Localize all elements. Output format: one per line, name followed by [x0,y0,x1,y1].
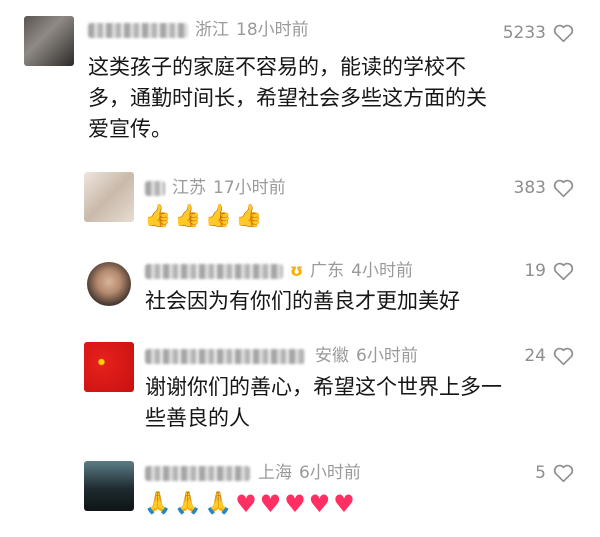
comment-meta: 浙江 18小时前 [195,19,316,41]
avatar[interactable] [84,342,134,392]
fan-badge-icon: ʊ [290,261,304,281]
username[interactable] [145,181,165,196]
emoji-row: 🙏 🙏 🙏 ♥ ♥ ♥ ♥ ♥ [144,492,355,516]
comment-text: 谢谢你们的善心，希望这个世界上多一 些善良的人 [145,375,502,430]
reply-item: 江苏 17小时前 383 👍 👍 👍 👍 [0,160,600,250]
thumbs-up-icon: 👍 [235,204,263,229]
folded-hands-icon: 🙏 [204,491,233,516]
comment-text: 这类孩子的家庭不容易的，能读的学校不 多，通勤时间长，希望社会多些这方面的关 爱… [88,55,487,141]
emoji-row: 👍 👍 👍 👍 [144,206,263,228]
heart-outline-icon [553,262,574,281]
location-label: 浙江 [195,20,229,40]
username[interactable] [145,466,250,481]
location-label: 上海 [258,463,292,483]
comment-text: 社会因为有你们的善良才更加美好 [145,289,460,313]
timestamp: 17小时前 [213,178,286,198]
thumbs-up-icon: 👍 [144,204,172,229]
like-button[interactable]: 383 [514,177,574,199]
username[interactable] [145,349,305,364]
avatar[interactable] [84,461,134,511]
heart-outline-icon [553,347,574,366]
timestamp: 6小时前 [299,463,361,483]
timestamp: 6小时前 [356,346,418,366]
reply-item: 上海 6小时前 5 🙏 🙏 🙏 ♥ ♥ ♥ ♥ ♥ [0,446,600,537]
like-button[interactable]: 5233 [503,22,574,44]
thumbs-up-icon: 👍 [174,204,202,229]
like-button[interactable]: 24 [524,345,574,367]
heart-icon: ♥ [259,490,282,518]
username[interactable] [145,264,283,279]
heart-outline-icon [553,179,574,198]
like-count: 383 [513,178,546,198]
heart-icon: ♥ [284,490,306,518]
like-count: 5 [535,463,546,483]
comment-meta: 上海 6小时前 [258,462,368,484]
like-count: 24 [524,346,546,366]
like-count: 19 [524,261,546,281]
timestamp: 18小时前 [236,20,309,40]
comment-meta: 安徽 6小时前 [315,345,425,367]
location-label: 安徽 [315,346,349,366]
heart-icon: ♥ [308,490,331,518]
heart-icon: ♥ [333,490,355,518]
location-label: 江苏 [172,178,206,198]
avatar[interactable] [84,172,134,222]
like-button[interactable]: 5 [535,462,574,484]
timestamp: 4小时前 [351,261,413,281]
folded-hands-icon: 🙏 [174,491,202,516]
heart-outline-icon [553,464,574,483]
comment-item: 浙江 18小时前 5233 这类孩子的家庭不容易的，能读的学校不 多，通勤时间长，… [0,0,600,160]
avatar[interactable] [87,262,131,306]
reply-item: 安徽 6小时前 24 谢谢你们的善心，希望这个世界上多一 些善良的人 [0,336,600,446]
heart-icon: ♥ [235,490,257,518]
username[interactable] [88,23,188,38]
like-count: 5233 [502,23,546,43]
comment-meta: 江苏 17小时前 [172,177,293,199]
location-label: 广东 [310,261,345,281]
heart-outline-icon [553,24,574,43]
comment-meta: ʊ 广东 4小时前 [290,260,420,282]
reply-item: ʊ 广东 4小时前 19 社会因为有你们的善良才更加美好 [0,250,600,336]
avatar[interactable] [24,16,74,66]
thumbs-up-icon: 👍 [204,204,233,229]
folded-hands-icon: 🙏 [144,491,172,516]
like-button[interactable]: 19 [524,260,574,282]
